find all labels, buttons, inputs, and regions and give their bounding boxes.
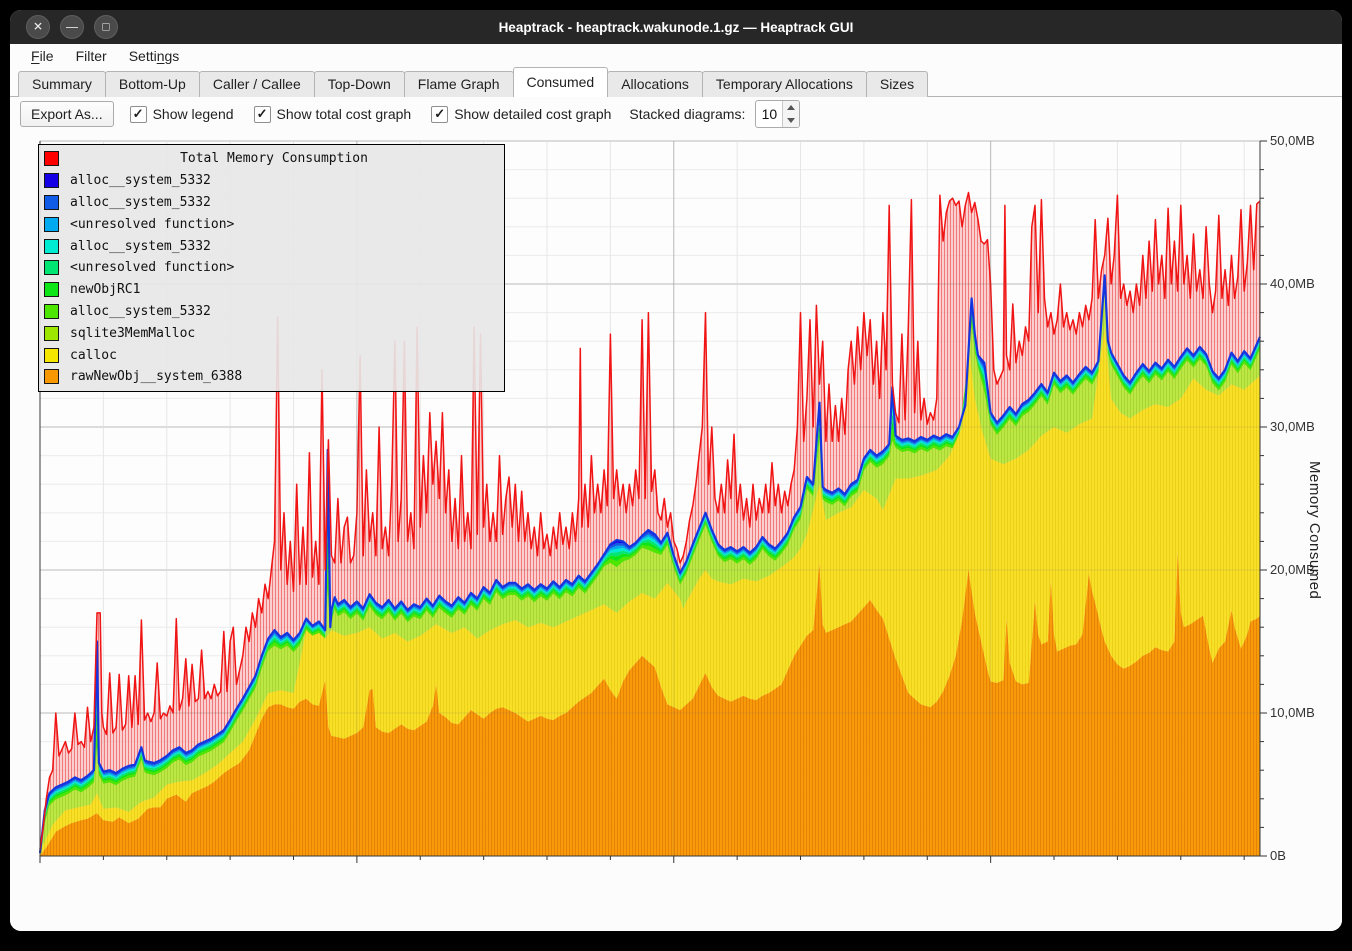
- y-tick-label: 30,0MB: [1270, 419, 1340, 435]
- legend-swatch-icon: [44, 282, 59, 297]
- legend-item: calloc: [39, 344, 504, 366]
- legend-swatch-icon: [44, 239, 59, 254]
- legend-item: <unresolved function>: [39, 257, 504, 279]
- legend-label: alloc__system_5332: [70, 173, 211, 188]
- legend-swatch-icon: [44, 260, 59, 275]
- legend-item: newObjRC1: [39, 279, 504, 301]
- tab-top-down[interactable]: Top-Down: [314, 71, 405, 97]
- legend-item: alloc__system_5332: [39, 170, 504, 192]
- legend-swatch-icon: [44, 326, 59, 341]
- legend-item: alloc__system_5332: [39, 192, 504, 214]
- legend-label: <unresolved function>: [70, 217, 234, 232]
- legend-swatch-icon: [44, 151, 59, 166]
- menu-file[interactable]: File: [22, 46, 63, 66]
- menubar: FileFilterSettings: [10, 44, 1342, 68]
- legend-title: Total Memory Consumption: [59, 151, 489, 166]
- spinbox-arrows: [782, 101, 799, 127]
- spinbox-down-button[interactable]: [783, 114, 799, 127]
- checkbox-show-legend[interactable]: ✓ Show legend: [130, 106, 234, 123]
- checkbox-label: Show total cost graph: [277, 106, 412, 122]
- window-title: Heaptrack - heaptrack.wakunode.1.gz — He…: [10, 10, 1342, 44]
- legend-item: Total Memory Consumption: [39, 148, 504, 170]
- legend-swatch-icon: [44, 173, 59, 188]
- checkbox-label: Show legend: [153, 106, 234, 122]
- legend-label: rawNewObj__system_6388: [70, 369, 242, 384]
- stacked-diagrams-spinbox[interactable]: 10: [755, 100, 800, 128]
- checkbox-box[interactable]: ✓: [254, 106, 271, 123]
- chart-legend: Total Memory Consumption alloc__system_53…: [38, 144, 505, 392]
- tab-flame-graph[interactable]: Flame Graph: [404, 71, 514, 97]
- app-window: ✕ — □ Heaptrack - heaptrack.wakunode.1.g…: [10, 10, 1342, 931]
- tab-consumed[interactable]: Consumed: [513, 67, 609, 97]
- legend-label: newObjRC1: [70, 282, 140, 297]
- menu-settings[interactable]: Settings: [120, 46, 189, 66]
- tab-bottom-up[interactable]: Bottom-Up: [105, 71, 200, 97]
- memory-consumption-chart[interactable]: Total Memory Consumption alloc__system_53…: [38, 141, 1258, 856]
- legend-item: <unresolved function>: [39, 213, 504, 235]
- legend-swatch-icon: [44, 304, 59, 319]
- legend-swatch-icon: [44, 195, 59, 210]
- legend-swatch-icon: [44, 348, 59, 363]
- legend-label: <unresolved function>: [70, 260, 234, 275]
- y-tick-label: 40,0MB: [1270, 276, 1340, 292]
- checkbox-group: ✓ Show legend ✓ Show total cost graph ✓ Show …: [124, 106, 612, 123]
- export-as-button[interactable]: Export As...: [20, 101, 114, 127]
- spinbox-up-button[interactable]: [783, 101, 799, 114]
- legend-label: alloc__system_5332: [70, 304, 211, 319]
- checkbox-box[interactable]: ✓: [130, 106, 147, 123]
- toolbar: Export As... ✓ Show legend ✓ Show total cos…: [10, 97, 1342, 131]
- menu-filter[interactable]: Filter: [67, 46, 116, 66]
- titlebar[interactable]: ✕ — □ Heaptrack - heaptrack.wakunode.1.g…: [10, 10, 1342, 44]
- legend-item: sqlite3MemMalloc: [39, 322, 504, 344]
- tab-allocations[interactable]: Allocations: [607, 71, 703, 97]
- legend-label: calloc: [70, 348, 117, 363]
- y-tick-label: 10,0MB: [1270, 705, 1340, 721]
- stacked-diagrams-label: Stacked diagrams:: [629, 106, 745, 122]
- y-tick-label: 0B: [1270, 848, 1340, 864]
- checkbox-show-total-cost-graph[interactable]: ✓ Show total cost graph: [254, 106, 412, 123]
- legend-label: alloc__system_5332: [70, 239, 211, 254]
- legend-label: alloc__system_5332: [70, 195, 211, 210]
- tab-temporary-allocations[interactable]: Temporary Allocations: [702, 71, 867, 97]
- tabbar: SummaryBottom-UpCaller / CalleeTop-DownF…: [10, 68, 1342, 97]
- legend-item: alloc__system_5332: [39, 235, 504, 257]
- legend-label: sqlite3MemMalloc: [70, 326, 195, 341]
- chart-area: Total Memory Consumption alloc__system_53…: [10, 131, 1342, 931]
- tab-caller-callee[interactable]: Caller / Callee: [199, 71, 315, 97]
- down-arrow-icon: [787, 118, 795, 123]
- legend-item: rawNewObj__system_6388: [39, 366, 504, 388]
- checkbox-label: Show detailed cost graph: [454, 106, 611, 122]
- legend-swatch-icon: [44, 369, 59, 384]
- up-arrow-icon: [787, 105, 795, 110]
- checkbox-show-detailed-cost-graph[interactable]: ✓ Show detailed cost graph: [431, 106, 611, 123]
- y-tick-label: 50,0MB: [1270, 133, 1340, 149]
- tab-sizes[interactable]: Sizes: [866, 71, 928, 97]
- stacked-diagrams-value[interactable]: 10: [756, 101, 782, 127]
- legend-swatch-icon: [44, 217, 59, 232]
- y-tick-label: 20,0MB: [1270, 562, 1340, 578]
- y-axis-title: Memory Consumed: [1306, 461, 1323, 599]
- legend-item: alloc__system_5332: [39, 301, 504, 323]
- tab-summary[interactable]: Summary: [18, 71, 106, 97]
- checkbox-box[interactable]: ✓: [431, 106, 448, 123]
